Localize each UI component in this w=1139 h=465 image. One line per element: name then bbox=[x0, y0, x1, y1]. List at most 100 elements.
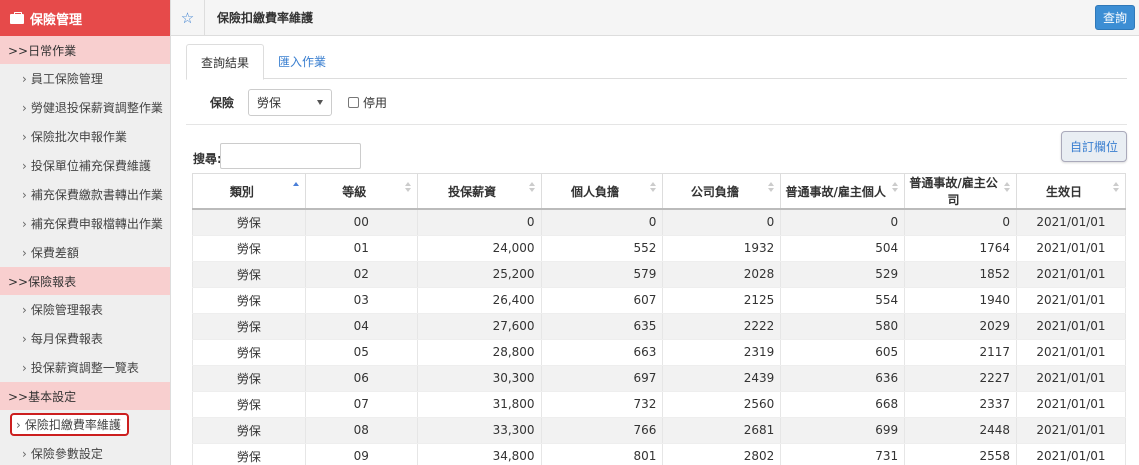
sidebar-item[interactable]: › 保費差額 bbox=[0, 238, 170, 267]
sidebar-item-label: 補充保費申報檔轉出作業 bbox=[30, 217, 163, 231]
table-cell: 2021/01/01 bbox=[1015, 287, 1127, 314]
table-row[interactable]: 勞保 05 28,800 663 2319 605 2117 2021/01/01 bbox=[192, 339, 1127, 366]
table-cell: 勞保 bbox=[192, 313, 306, 340]
table-cell: 08 bbox=[304, 417, 418, 444]
table-cell: 勞保 bbox=[192, 443, 306, 465]
table-cell: 801 bbox=[540, 443, 664, 465]
sort-icon bbox=[650, 182, 657, 192]
sidebar-item[interactable]: › 員工保險管理 bbox=[0, 64, 170, 93]
table-cell: 2117 bbox=[904, 339, 1017, 366]
table-row[interactable]: 勞保 03 26,400 607 2125 554 1940 2021/01/01 bbox=[192, 287, 1127, 314]
filter-row: 保險 勞保 停用 bbox=[210, 89, 387, 116]
table-cell: 07 bbox=[304, 391, 418, 418]
column-header[interactable]: 投保薪資 bbox=[416, 173, 542, 210]
sidebar-item-box: › 保險扣繳費率維護 bbox=[10, 413, 129, 436]
sidebar: 保險管理 >>日常作業 › 員工保險管理 › 勞健退投保薪資調整作業 › 保險批次申報作業 ›… bbox=[0, 0, 171, 465]
sidebar-item-label: 保險管理報表 bbox=[30, 303, 103, 317]
column-header-label: 等級 bbox=[342, 184, 367, 199]
table-row[interactable]: 勞保 09 34,800 801 2802 731 2558 2021/01/01 bbox=[192, 443, 1127, 465]
page-title: 保險扣繳費率維護 bbox=[217, 11, 314, 25]
table-cell: 504 bbox=[780, 235, 906, 262]
sidebar-item[interactable]: › 保險扣繳費率維護 bbox=[0, 410, 170, 439]
table-row[interactable]: 勞保 08 33,300 766 2681 699 2448 2021/01/01 bbox=[192, 417, 1127, 444]
sidebar-section-title[interactable]: >>日常作業 bbox=[0, 36, 170, 64]
table-row[interactable]: 勞保 06 30,300 697 2439 636 2227 2021/01/01 bbox=[192, 365, 1127, 392]
sidebar-section-title[interactable]: >>基本設定 bbox=[0, 382, 170, 410]
disabled-checkbox[interactable] bbox=[348, 97, 360, 108]
sidebar-item-box: › 員工保險管理 bbox=[22, 70, 103, 87]
sidebar-item[interactable]: › 投保單位補充保費維護 bbox=[0, 151, 170, 180]
column-header-label: 生效日 bbox=[1045, 184, 1082, 199]
sidebar-item-label: 保險扣繳費率維護 bbox=[24, 418, 121, 432]
tab-query-results[interactable]: 查詢結果 bbox=[186, 44, 265, 80]
table-row[interactable]: 勞保 04 27,600 635 2222 580 2029 2021/01/01 bbox=[192, 313, 1127, 340]
insurance-filter-label: 保險 bbox=[210, 96, 235, 110]
sidebar-item[interactable]: › 每月保費報表 bbox=[0, 324, 170, 353]
sidebar-item[interactable]: › 保險批次申報作業 bbox=[0, 122, 170, 151]
table-cell: 2125 bbox=[662, 287, 782, 314]
column-header[interactable]: 公司負擔 bbox=[662, 173, 782, 210]
table-cell: 33,300 bbox=[416, 417, 542, 444]
column-header[interactable]: 等級 bbox=[304, 173, 418, 210]
table-cell: 2021/01/01 bbox=[1015, 339, 1127, 366]
sidebar-section-title[interactable]: >>保險報表 bbox=[0, 267, 170, 295]
chevron-right-icon: › bbox=[22, 130, 27, 144]
insurance-type-select[interactable]: 勞保 bbox=[248, 89, 333, 116]
custom-columns-button[interactable]: 自訂欄位 bbox=[1061, 131, 1127, 162]
sidebar-item[interactable]: › 補充保費繳款書轉出作業 bbox=[0, 180, 170, 209]
table-cell: 699 bbox=[780, 417, 906, 444]
sidebar-item-box: › 勞健退投保薪資調整作業 bbox=[22, 99, 163, 116]
table-cell: 579 bbox=[540, 261, 664, 288]
column-header[interactable]: 個人負擔 bbox=[540, 173, 664, 210]
table-cell: 2439 bbox=[662, 365, 782, 392]
sidebar-item[interactable]: › 投保薪資調整一覽表 bbox=[0, 353, 170, 382]
column-header[interactable]: 生效日 bbox=[1015, 173, 1127, 210]
table-cell: 2021/01/01 bbox=[1015, 417, 1127, 444]
sidebar-item[interactable]: › 保險參數設定 bbox=[0, 439, 170, 465]
sidebar-item-box: › 保險批次申報作業 bbox=[22, 128, 127, 145]
table-cell: 勞保 bbox=[192, 287, 306, 314]
sort-icon bbox=[528, 182, 535, 192]
column-header-label: 投保薪資 bbox=[448, 184, 497, 199]
search-input[interactable] bbox=[220, 143, 361, 169]
sort-icon bbox=[768, 182, 775, 192]
sidebar-item-label: 補充保費繳款書轉出作業 bbox=[30, 188, 163, 202]
table-cell: 06 bbox=[304, 365, 418, 392]
sort-icon bbox=[892, 182, 899, 192]
table-cell: 勞保 bbox=[192, 261, 306, 288]
tab-bar: 查詢結果 匯入作業 bbox=[186, 44, 1127, 80]
table-cell: 0 bbox=[662, 209, 782, 236]
table-row[interactable]: 勞保 02 25,200 579 2028 529 1852 2021/01/01 bbox=[192, 261, 1127, 288]
column-header[interactable]: 普通事故/雇主個人 bbox=[780, 173, 906, 210]
sidebar-item-label: 保費差額 bbox=[30, 246, 79, 260]
table-cell: 2021/01/01 bbox=[1015, 313, 1127, 340]
table-cell: 663 bbox=[540, 339, 664, 366]
chevron-right-icon: › bbox=[16, 418, 21, 432]
chevron-right-icon: › bbox=[22, 361, 27, 375]
table-row[interactable]: 勞保 01 24,000 552 1932 504 1764 2021/01/01 bbox=[192, 235, 1127, 262]
sidebar-item-box: › 每月保費報表 bbox=[22, 330, 103, 347]
tab-import[interactable]: 匯入作業 bbox=[264, 44, 340, 79]
table-cell: 勞保 bbox=[192, 339, 306, 366]
table-cell: 2021/01/01 bbox=[1015, 209, 1127, 236]
chevron-right-icon: › bbox=[22, 332, 27, 346]
sidebar-item[interactable]: › 補充保費申報檔轉出作業 bbox=[0, 209, 170, 238]
sidebar-item-label: 投保單位補充保費維護 bbox=[30, 159, 151, 173]
column-header[interactable]: 類別 bbox=[192, 173, 306, 210]
table-row[interactable]: 勞保 07 31,800 732 2560 668 2337 2021/01/01 bbox=[192, 391, 1127, 418]
sidebar-header[interactable]: 保險管理 bbox=[0, 0, 170, 36]
sidebar-item[interactable]: › 保險管理報表 bbox=[0, 295, 170, 324]
sidebar-item[interactable]: › 勞健退投保薪資調整作業 bbox=[0, 93, 170, 122]
table-cell: 605 bbox=[780, 339, 906, 366]
table-cell: 01 bbox=[304, 235, 418, 262]
sidebar-item-box: › 補充保費申報檔轉出作業 bbox=[22, 215, 163, 232]
query-button[interactable]: 查詢 bbox=[1095, 5, 1135, 30]
table-cell: 2681 bbox=[662, 417, 782, 444]
favorite-star-icon[interactable]: ☆ bbox=[171, 0, 205, 36]
table-cell: 25,200 bbox=[416, 261, 542, 288]
table-cell: 731 bbox=[780, 443, 906, 465]
column-header[interactable]: 普通事故/雇主公司 bbox=[904, 173, 1017, 210]
chevron-right-icon: › bbox=[22, 188, 27, 202]
table-cell: 24,000 bbox=[416, 235, 542, 262]
table-row[interactable]: 勞保 00 0 0 0 0 0 2021/01/01 bbox=[192, 209, 1127, 236]
